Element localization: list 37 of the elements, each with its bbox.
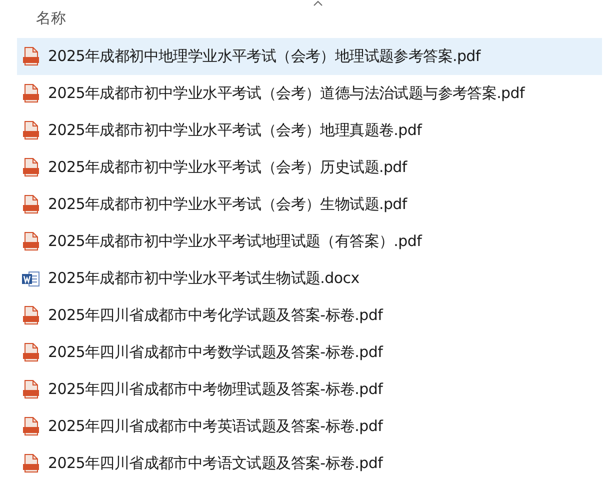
file-row[interactable]: 2025年成都初中地理学业水平考试（会考）地理试题参考答案.pdf	[17, 38, 602, 75]
pdf-file-icon	[23, 232, 39, 251]
file-name: 2025年成都初中地理学业水平考试（会考）地理试题参考答案.pdf	[48, 46, 480, 68]
pdf-file-icon	[23, 417, 39, 436]
file-name: 2025年成都市初中学业水平考试地理试题（有答案）.pdf	[48, 231, 422, 252]
file-row[interactable]: 2025年成都市初中学业水平考试（会考）道德与法治试题与参考答案.pdf	[17, 75, 602, 112]
file-row[interactable]: 2025年四川省成都市中考语文试题及答案-标卷.pdf	[17, 445, 602, 482]
pdf-file-icon	[23, 380, 39, 399]
pdf-file-icon	[23, 195, 39, 214]
file-row[interactable]: 2025年四川省成都市中考数学试题及答案-标卷.pdf	[17, 334, 602, 371]
pdf-file-icon	[23, 84, 39, 103]
file-row[interactable]: 2025年成都市初中学业水平考试地理试题（有答案）.pdf	[17, 223, 602, 260]
file-name: 2025年成都市初中学业水平考试生物试题.docx	[48, 268, 360, 290]
pdf-file-icon	[23, 158, 39, 177]
file-row[interactable]: 2025年成都市初中学业水平考试生物试题.docx	[17, 260, 602, 297]
pdf-file-icon	[23, 47, 39, 66]
file-row[interactable]: 2025年四川省成都市中考英语试题及答案-标卷.pdf	[17, 408, 602, 445]
file-row[interactable]: 2025年四川省成都市中考物理试题及答案-标卷.pdf	[17, 371, 602, 408]
pdf-file-icon	[23, 454, 39, 473]
file-row[interactable]: 2025年四川省成都市中考化学试题及答案-标卷.pdf	[17, 297, 602, 334]
file-row[interactable]: 2025年成都市初中学业水平考试（会考）地理真题卷.pdf	[17, 112, 602, 149]
file-name: 2025年成都市初中学业水平考试（会考）地理真题卷.pdf	[48, 120, 422, 142]
file-row[interactable]: 2025年成都市初中学业水平考试（会考）生物试题.pdf	[17, 186, 602, 223]
word-document-icon	[22, 270, 40, 288]
pdf-file-icon	[23, 121, 39, 140]
file-name: 2025年成都市初中学业水平考试（会考）道德与法治试题与参考答案.pdf	[48, 83, 524, 104]
column-header[interactable]: 名称	[36, 9, 66, 27]
file-name: 2025年四川省成都市中考物理试题及答案-标卷.pdf	[48, 379, 383, 400]
file-name: 2025年成都市初中学业水平考试（会考）历史试题.pdf	[48, 157, 407, 178]
pdf-file-icon	[23, 343, 39, 362]
file-name: 2025年成都市初中学业水平考试（会考）生物试题.pdf	[48, 194, 407, 216]
file-name: 2025年四川省成都市中考数学试题及答案-标卷.pdf	[48, 342, 383, 364]
file-name: 2025年四川省成都市中考语文试题及答案-标卷.pdf	[48, 453, 383, 474]
file-name: 2025年四川省成都市中考英语试题及答案-标卷.pdf	[48, 416, 383, 438]
file-row[interactable]: 2025年成都市初中学业水平考试（会考）历史试题.pdf	[17, 149, 602, 186]
file-name: 2025年四川省成都市中考化学试题及答案-标卷.pdf	[48, 305, 383, 326]
pdf-file-icon	[23, 306, 39, 325]
